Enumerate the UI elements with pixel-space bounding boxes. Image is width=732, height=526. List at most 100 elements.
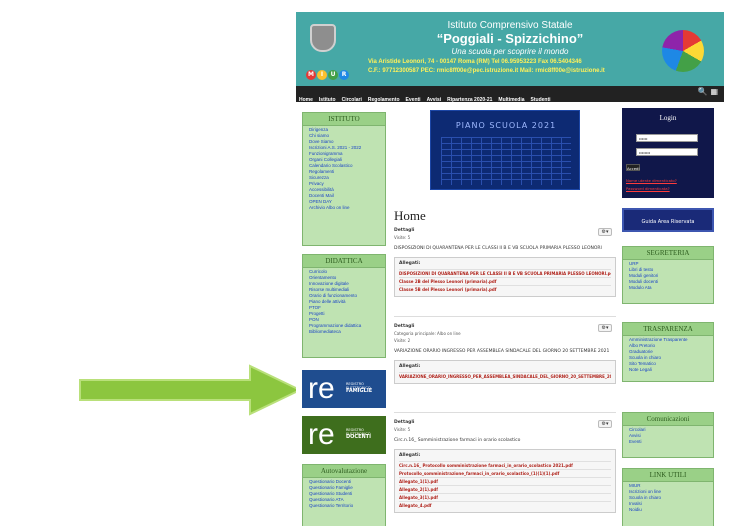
attachment-link[interactable]: Protocollo_somministrazione_farmaci_in_o…: [399, 469, 611, 477]
segreteria-link[interactable]: Moduli genitori: [629, 273, 707, 278]
segreteria-link[interactable]: Libri di testo: [629, 267, 707, 272]
sidebar-comunicazioni-heading: Comunicazioni: [623, 413, 713, 426]
istituto-link[interactable]: Organi Collegiali: [309, 157, 379, 162]
didattica-link[interactable]: Bibliomediateca: [309, 329, 379, 334]
istituto-link[interactable]: OPEN DAY: [309, 199, 379, 204]
password-field[interactable]: [636, 148, 698, 156]
autovalutazione-link[interactable]: Questionario ATA: [309, 497, 379, 502]
istituto-link[interactable]: Funzionigramma: [309, 151, 379, 156]
header-banner: Istituto Comprensivo Statale “Poggiali -…: [296, 12, 724, 86]
didattica-link[interactable]: PTOF: [309, 305, 379, 310]
trasparenza-link[interactable]: Note Legali: [629, 367, 707, 372]
sidebar-trasparenza: TRASPARENZA Amministrazione Trasparente A…: [622, 322, 714, 382]
comunicazioni-link[interactable]: Eventi: [629, 439, 707, 444]
segreteria-link[interactable]: Modulo Ata: [629, 285, 707, 290]
istituto-link[interactable]: Dove Siamo: [309, 139, 379, 144]
segreteria-link[interactable]: Moduli docenti: [629, 279, 707, 284]
didattica-link[interactable]: Orientamento: [309, 275, 379, 280]
attachment-link[interactable]: DISPOSIZIONI DI QUARANTENA PER LE CLASSI…: [399, 269, 611, 277]
autovalutazione-link[interactable]: Questionario Famiglie: [309, 485, 379, 490]
nav-avvisi[interactable]: Avvisi: [424, 92, 445, 108]
link-utili-link[interactable]: Noidiu: [629, 507, 707, 512]
nav-home[interactable]: Home: [296, 92, 316, 108]
nav-istituto[interactable]: Istituto: [316, 92, 339, 108]
attachment-link[interactable]: Allegato_4.pdf: [399, 501, 611, 509]
search-icon[interactable]: 🔍: [698, 87, 708, 96]
attachment-link[interactable]: Circ.n.16_ Protocollo somministrazione f…: [399, 461, 611, 469]
re-logo-icon: re: [308, 418, 335, 451]
didattica-link[interactable]: Piano delle attività: [309, 299, 379, 304]
didattica-link[interactable]: Curricolo: [309, 269, 379, 274]
attachment-link[interactable]: Allegato_2(1).pdf: [399, 485, 611, 493]
istituto-link[interactable]: Dirigenza: [309, 127, 379, 132]
trasparenza-link[interactable]: Scuola in chiaro: [629, 355, 707, 360]
gear-icon[interactable]: ⚙▾: [598, 324, 612, 332]
autovalutazione-link[interactable]: Questionario Docenti: [309, 479, 379, 484]
didattica-link[interactable]: Orario di funzionamento: [309, 293, 379, 298]
sidebar-trasparenza-links: Amministrazione Trasparente Albo Pretorio…: [623, 337, 713, 372]
trasparenza-link[interactable]: Graduatorie: [629, 349, 707, 354]
attachment-link[interactable]: Classe 2B del Plesso Leonori (primaria).…: [399, 277, 611, 285]
sitemap-icon[interactable]: ▦: [710, 87, 718, 96]
didattica-link[interactable]: Programmazione didattica: [309, 323, 379, 328]
forgot-username-link[interactable]: Nome utente dimenticato?: [626, 178, 677, 183]
forgot-password-link[interactable]: Password dimenticata?: [626, 186, 670, 191]
attachment-link[interactable]: Allegato_3(1).pdf: [399, 493, 611, 501]
gear-icon[interactable]: ⚙▾: [598, 420, 612, 428]
nav-tools: 🔍 ▦: [698, 87, 718, 96]
istituto-link[interactable]: Accessibilità: [309, 187, 379, 192]
registro-docenti-button[interactable]: re REGISTRO ELETTRONICO DOCENTI: [302, 416, 386, 454]
istituto-link[interactable]: Privacy: [309, 181, 379, 186]
autovalutazione-link[interactable]: Questionario Territorio: [309, 503, 379, 508]
link-utili-link[interactable]: Iscrizioni on line: [629, 489, 707, 494]
segreteria-link[interactable]: URP: [629, 261, 707, 266]
post-details-label: Dettagli: [394, 324, 415, 329]
post-body: VARIAZIONE ORARIO INGRESSO PER ASSEMBLEA…: [394, 349, 610, 354]
nav-ripartenza[interactable]: Ripartenza 2020-21: [444, 92, 495, 108]
login-button[interactable]: Accedi: [626, 164, 640, 171]
sidebar-trasparenza-heading: TRASPARENZA: [623, 323, 713, 336]
istituto-link[interactable]: Regolamenti: [309, 169, 379, 174]
didattica-link[interactable]: Progetti: [309, 311, 379, 316]
attachment-link[interactable]: Allegato_1(1).pdf: [399, 477, 611, 485]
trasparenza-link[interactable]: Albo Pretorio: [629, 343, 707, 348]
post-divider: [394, 412, 616, 413]
gear-icon[interactable]: ⚙▾: [598, 228, 612, 236]
trasparenza-link[interactable]: Amministrazione Trasparente: [629, 337, 707, 342]
attachments-box: Allegati: VARIAZIONE_ORARIO_INGRESSO_PER…: [394, 360, 616, 384]
link-utili-link[interactable]: Scuola in chiaro: [629, 495, 707, 500]
didattica-link[interactable]: Risorse multimediali: [309, 287, 379, 292]
autovalutazione-link[interactable]: Questionario Studenti: [309, 491, 379, 496]
link-utili-link[interactable]: MIUR: [629, 483, 707, 488]
didattica-link[interactable]: Innovazione digitale: [309, 281, 379, 286]
nav-eventi[interactable]: Eventi: [403, 92, 424, 108]
guida-area-riservata-button[interactable]: Guida Area Riservata: [622, 208, 714, 232]
username-field[interactable]: [636, 134, 698, 142]
nav-studenti[interactable]: Studenti: [528, 92, 554, 108]
sidebar-autovalutazione: Autovalutazione Questionario Docenti Ques…: [302, 464, 386, 526]
trasparenza-link[interactable]: Sito Tematico: [629, 361, 707, 366]
school-tagline: Una scuola per scoprire il mondo: [451, 47, 569, 56]
sidebar-istituto: ISTITUTO Dirigenza Chi siamo Dove Siamo Isc…: [302, 112, 386, 246]
registro-famiglie-button[interactable]: re REGISTRO ELETTRONICO FAMIGLIE: [302, 370, 386, 408]
hero-image[interactable]: PIANO SCUOLA 2021: [430, 110, 580, 190]
nav-circolari[interactable]: Circolari: [339, 92, 365, 108]
istituto-link[interactable]: Calendario Scolastico: [309, 163, 379, 168]
comunicazioni-link[interactable]: Circolari: [629, 427, 707, 432]
sidebar-segreteria-heading: SEGRETERIA: [623, 247, 713, 260]
attachment-link[interactable]: VARIAZIONE_ORARIO_INGRESSO_PER_ASSEMBLEA…: [399, 372, 611, 380]
post-body: Circ.n.16_ Somministrazione farmaci in o…: [394, 438, 521, 443]
post-category: Categoria principale: Albo on line: [394, 331, 461, 336]
link-utili-link[interactable]: Invalsi: [629, 501, 707, 506]
istituto-link[interactable]: Chi siamo: [309, 133, 379, 138]
nav-multimedia[interactable]: Multimedia: [495, 92, 527, 108]
nav-regolamento[interactable]: Regolamento: [365, 92, 403, 108]
comunicazioni-link[interactable]: Avvisi: [629, 433, 707, 438]
istituto-link[interactable]: Archivio Albo on line: [309, 205, 379, 210]
istituto-link[interactable]: Docenti Mail: [309, 193, 379, 198]
attachment-link[interactable]: Classe 5B del Plesso Leonori (primaria).…: [399, 285, 611, 293]
istituto-link[interactable]: Sicurezza: [309, 175, 379, 180]
istituto-link[interactable]: Iscrizioni A.S. 2021 - 2022: [309, 145, 379, 150]
school-website: Istituto Comprensivo Statale “Poggiali -…: [296, 0, 724, 526]
didattica-link[interactable]: PON: [309, 317, 379, 322]
